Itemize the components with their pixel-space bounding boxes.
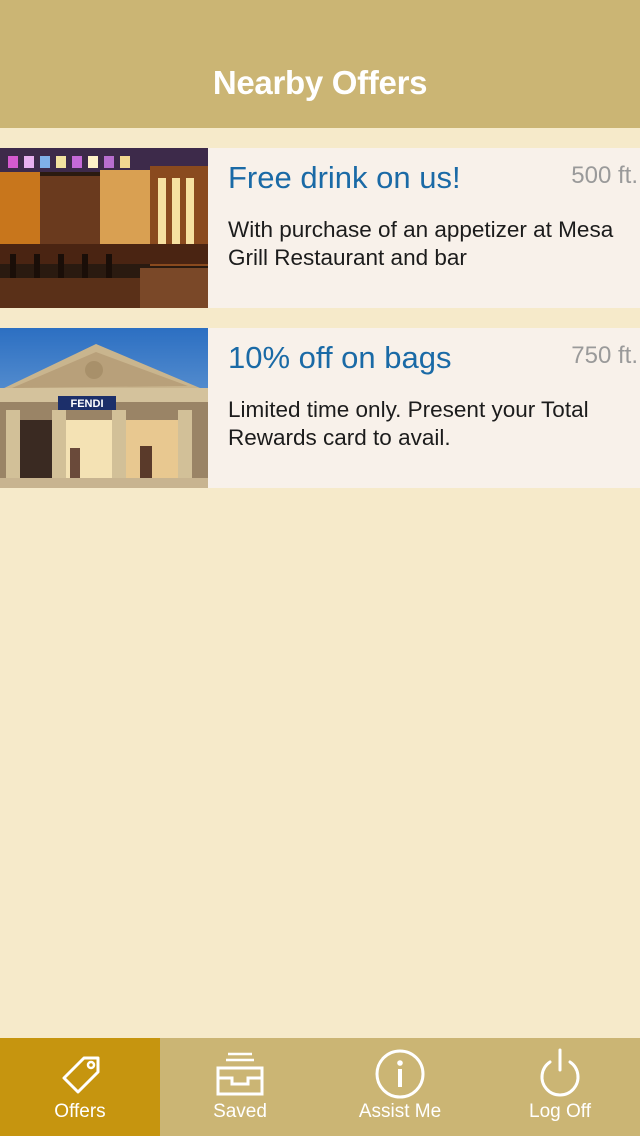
tab-assist-me[interactable]: Assist Me [320,1038,480,1136]
tab-saved[interactable]: Saved [160,1038,320,1136]
restaurant-bar-photo [0,148,208,308]
fendi-storefront-photo: FENDI [0,328,208,488]
tab-bar: Offers Saved Assist Me Log Off [0,1038,640,1136]
offer-card-bags[interactable]: FENDI 10% off on bags 750 ft. Limited ti… [0,328,640,488]
tab-label: Offers [54,1101,106,1122]
tab-label: Log Off [529,1101,591,1122]
tab-log-off[interactable]: Log Off [480,1038,640,1136]
inbox-tray-icon [216,1052,264,1096]
fendi-storefront-image: FENDI [0,328,208,488]
offer-title: Free drink on us! [228,160,461,195]
store-sign-text: FENDI [71,398,104,410]
tab-label: Assist Me [358,1101,442,1122]
tag-icon [62,1056,100,1094]
offer-card-free-drink[interactable]: Free drink on us! 500 ft. With purchase … [0,148,640,308]
offer-title: 10% off on bags [228,340,452,375]
info-icon [375,1049,425,1099]
tab-label: Saved [213,1101,267,1122]
offer-description: With purchase of an appetizer at Mesa Gr… [228,217,614,270]
offer-distance: 500 ft. [571,162,638,189]
offer-description: Limited time only. Present your Total Re… [228,397,589,450]
nav-bar: Nearby Offers [0,0,640,128]
offer-distance: 750 ft. [571,342,638,369]
power-icon [540,1048,580,1097]
tab-offers[interactable]: Offers [0,1038,160,1136]
restaurant-bar-image [0,148,208,308]
page-title: Nearby Offers [212,64,428,101]
